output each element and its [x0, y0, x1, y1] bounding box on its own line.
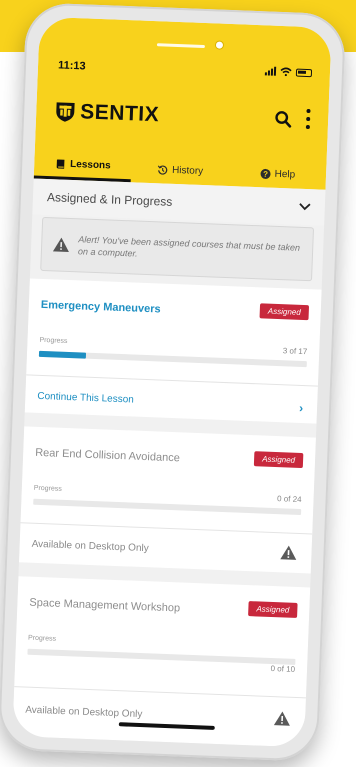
svg-text:?: ?: [262, 169, 267, 178]
phone-device: 11:13 SENTIX Lessons History ? Help Assi…: [0, 2, 347, 762]
assigned-badge: Assigned: [253, 451, 304, 469]
help-icon: ?: [260, 168, 271, 179]
card-divider: [26, 374, 318, 387]
section-title: Assigned & In Progress: [46, 190, 173, 209]
lesson-title: Rear End Collision Avoidance: [34, 446, 181, 465]
progress-bar: [27, 648, 296, 665]
chevron-down-icon[interactable]: [299, 203, 311, 211]
tab-history[interactable]: History: [131, 154, 229, 186]
lesson-title: Space Management Workshop: [29, 596, 181, 615]
lesson-card[interactable]: Emergency Maneuvers Assigned Progress 3 …: [24, 278, 322, 424]
speaker-notch: [156, 43, 205, 49]
warning-icon: [280, 545, 297, 560]
lesson-card[interactable]: Rear End Collision Avoidance Assigned Pr…: [18, 426, 316, 574]
progress-label: Progress: [33, 484, 62, 493]
alert-banner: Alert! You've been assigned courses that…: [40, 216, 315, 282]
card-divider: [20, 522, 313, 535]
tab-history-label: History: [171, 164, 204, 177]
warning-icon: [52, 237, 69, 252]
assigned-badge: Assigned: [259, 303, 310, 321]
progress-bar: [33, 498, 302, 516]
card-divider: [14, 686, 306, 699]
progress-count: 3 of 17: [282, 346, 308, 357]
tab-help-label: Help: [274, 168, 296, 181]
continue-lesson-link[interactable]: Continue This Lesson: [37, 391, 134, 406]
desktop-only-text: Available on Desktop Only: [25, 704, 143, 721]
lesson-card[interactable]: Space Management Workshop Assigned Progr…: [12, 576, 311, 748]
brand-name: SENTIX: [79, 100, 160, 127]
progress-count: 0 of 10: [270, 663, 296, 674]
lesson-title[interactable]: Emergency Maneuvers: [41, 299, 161, 316]
search-icon[interactable]: [274, 110, 293, 129]
tab-lessons[interactable]: Lessons: [33, 150, 133, 183]
warning-icon: [273, 711, 290, 726]
wifi-icon: [280, 67, 292, 77]
app-header: 11:13 SENTIX Lessons History ? Help: [33, 16, 332, 190]
more-menu-icon[interactable]: [304, 108, 313, 130]
progress-label: Progress: [27, 634, 57, 643]
book-icon: [56, 159, 65, 169]
battery-icon: [295, 68, 313, 77]
progress-fill: [38, 350, 87, 359]
history-icon: [157, 164, 168, 175]
status-time: 11:13: [57, 59, 86, 73]
progress-bar: [38, 350, 307, 368]
tab-help[interactable]: ? Help: [228, 158, 326, 190]
shield-logo-icon: [56, 102, 75, 122]
signal-icon: [264, 66, 277, 76]
status-icons: [264, 66, 313, 77]
desktop-only-text: Available on Desktop Only: [31, 538, 149, 555]
progress-count: 0 of 24: [276, 494, 302, 505]
camera-dot: [214, 40, 225, 50]
assigned-badge: Assigned: [248, 601, 298, 618]
tab-lessons-label: Lessons: [69, 158, 111, 172]
chevron-right-icon[interactable]: ›: [299, 401, 304, 415]
sentix-logo: SENTIX: [54, 99, 160, 127]
progress-label: Progress: [39, 336, 68, 345]
alert-text: Alert! You've been assigned courses that…: [77, 234, 301, 259]
phone-screen: 11:13 SENTIX Lessons History ? Help Assi…: [12, 16, 332, 748]
